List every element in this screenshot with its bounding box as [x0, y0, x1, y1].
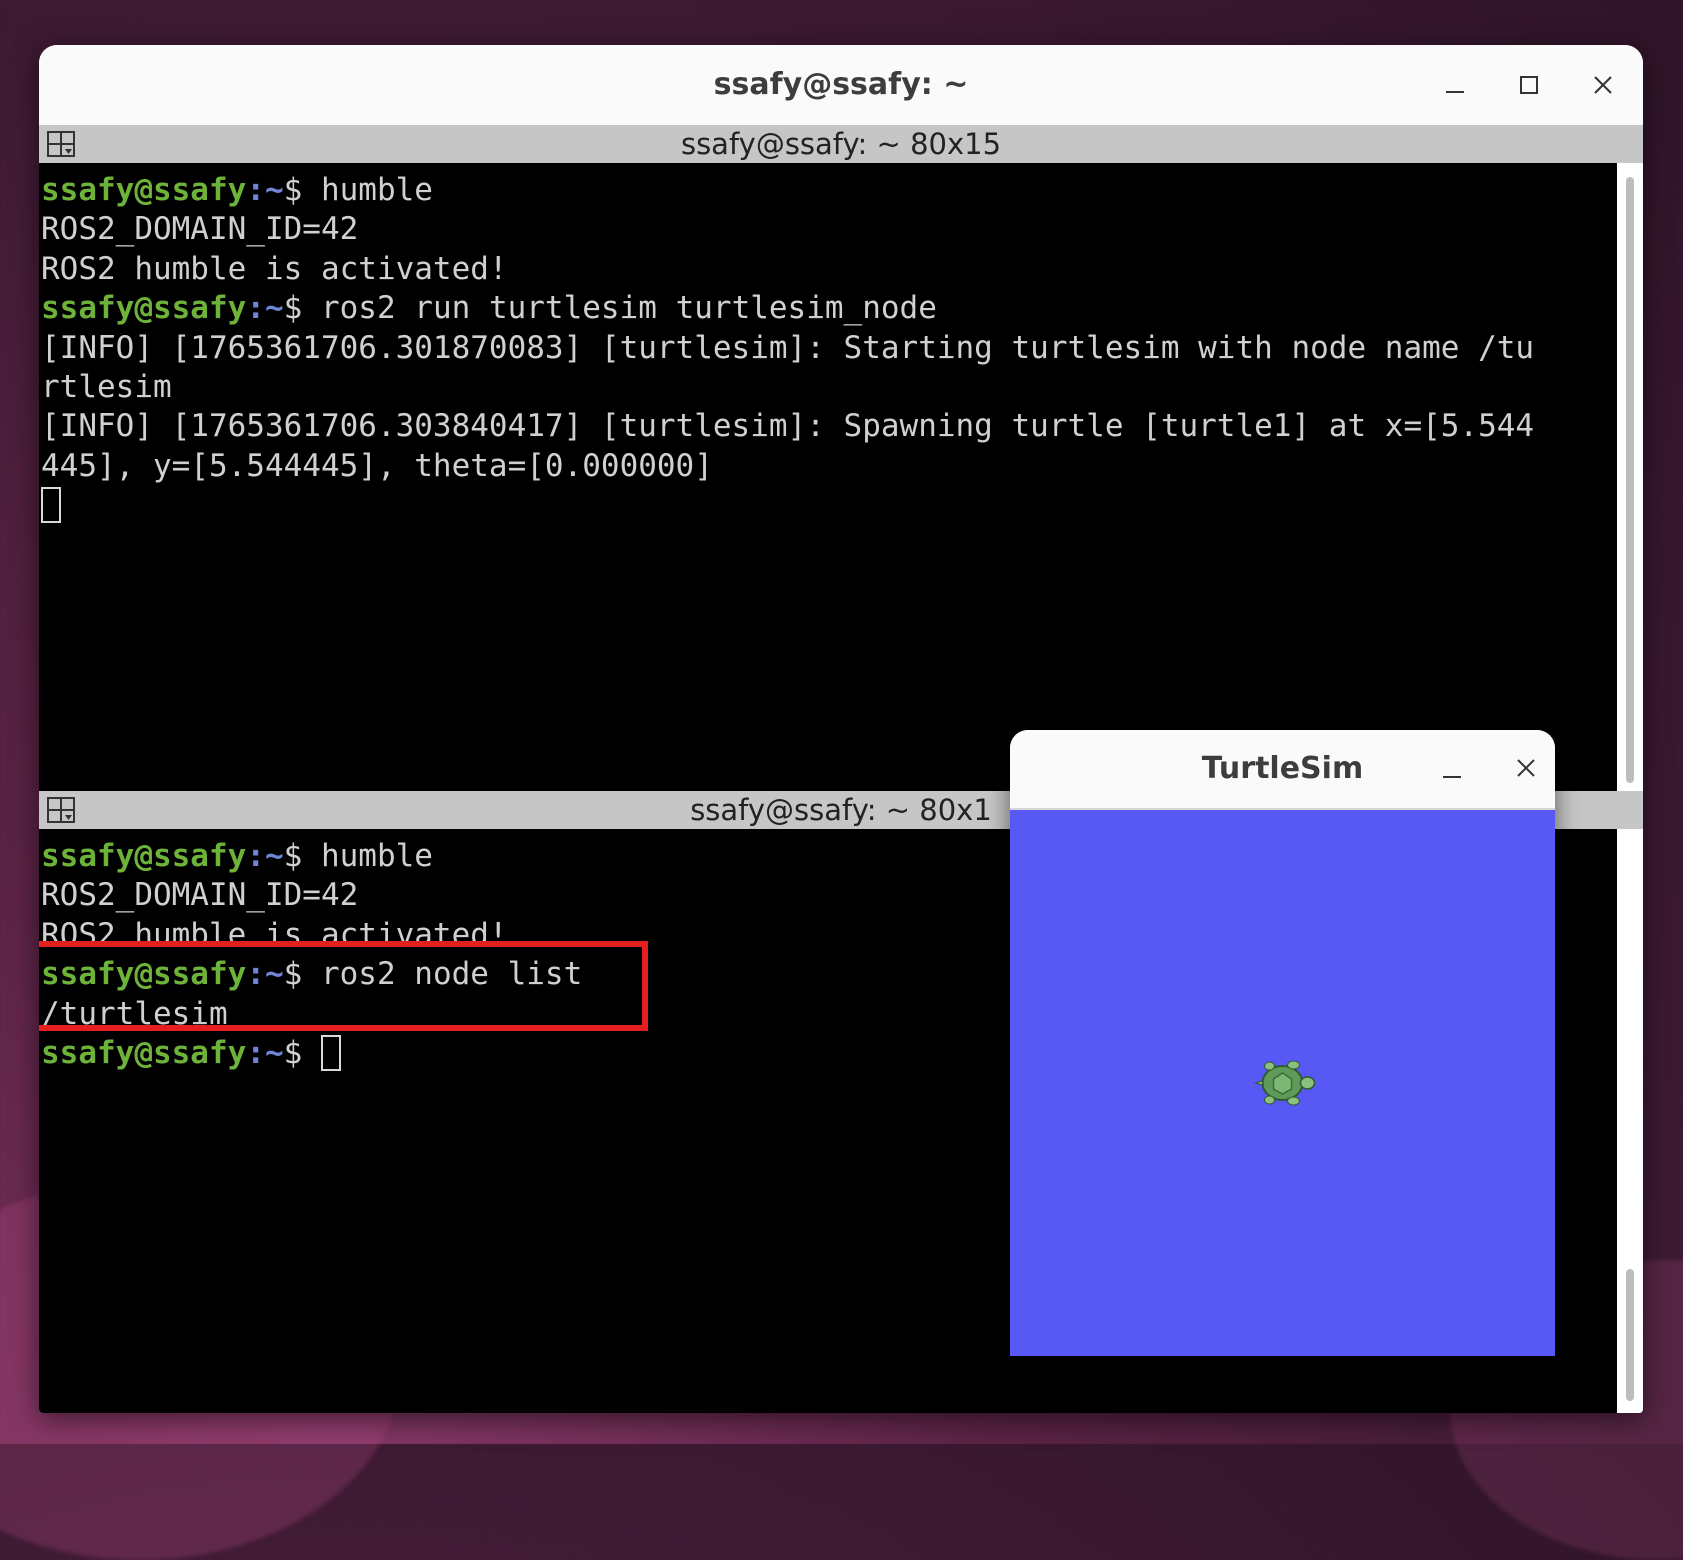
prompt-symbol: $ — [283, 290, 321, 327]
window-title: ssafy@ssafy: ~ — [713, 67, 969, 102]
output-text: ROS2_DOMAIN_ID=42 — [41, 211, 359, 248]
output-text: /turtlesim — [41, 995, 228, 1032]
output-text: ROS2 humble is activated! — [41, 916, 508, 953]
text-cursor — [320, 1034, 341, 1071]
command-text: humble — [320, 172, 433, 208]
terminal-line: ROS2 humble is activated! — [41, 250, 1619, 289]
close-icon[interactable] — [1583, 65, 1623, 105]
text-cursor — [41, 487, 61, 524]
turtlesim-window: TurtleSim — [1010, 730, 1555, 1356]
command-text: ros2 node list — [320, 956, 583, 993]
close-icon[interactable] — [1506, 748, 1546, 788]
terminal-line: 445], y=[5.544445], theta=[0.000000] — [41, 447, 1619, 486]
output-text: ROS2_DOMAIN_ID=42 — [41, 877, 359, 914]
command-text: humble — [320, 838, 433, 874]
prompt-symbol: $ — [283, 1034, 321, 1071]
prompt-symbol: $ — [283, 956, 321, 993]
prompt-user: ssafy@ssafy — [41, 956, 247, 993]
command-text: ros2 run turtlesim turtlesim_node — [320, 290, 937, 327]
terminal-line: ssafy@ssafy:~$ humble — [41, 171, 1619, 210]
prompt-user: ssafy@ssafy — [41, 1034, 247, 1071]
top-pane-header[interactable]: ssafy@ssafy: ~ 80x15 — [39, 125, 1643, 164]
turtlesim-canvas[interactable] — [1010, 810, 1555, 1356]
prompt-symbol: $ — [283, 172, 321, 208]
turtlesim-title: TurtleSim — [1201, 751, 1364, 786]
prompt-symbol: $ — [283, 838, 321, 874]
top-pane-title: ssafy@ssafy: ~ 80x15 — [680, 127, 1002, 161]
output-text: 445], y=[5.544445], theta=[0.000000] — [41, 447, 713, 484]
prompt-path: :~ — [246, 1034, 284, 1071]
terminal-line: ssafy@ssafy:~$ ros2 run turtlesim turtle… — [41, 289, 1619, 328]
prompt-path: :~ — [246, 838, 284, 874]
output-text: [INFO] [1765361706.301870083] [turtlesim… — [41, 329, 1535, 366]
minimize-icon[interactable] — [1435, 65, 1475, 105]
minimize-icon[interactable] — [1432, 750, 1472, 790]
output-text: rtlesim — [41, 368, 172, 405]
prompt-path: :~ — [246, 290, 284, 327]
turtlesim-titlebar[interactable]: TurtleSim — [1010, 730, 1555, 810]
top-scroll-thumb[interactable] — [1626, 177, 1634, 783]
terminal-line: [INFO] [1765361706.303840417] [turtlesim… — [41, 407, 1619, 446]
output-text: ROS2 humble is activated! — [41, 250, 508, 287]
terminal-line — [41, 486, 1619, 525]
prompt-user: ssafy@ssafy — [41, 290, 247, 327]
maximize-icon[interactable] — [1509, 65, 1549, 105]
bottom-scroll-thumb[interactable] — [1626, 1269, 1634, 1401]
output-text: [INFO] [1765361706.303840417] [turtlesim… — [41, 408, 1535, 445]
prompt-path: :~ — [246, 956, 284, 993]
top-scrollbar[interactable] — [1617, 163, 1643, 825]
turtle-icon — [1253, 1060, 1316, 1106]
prompt-user: ssafy@ssafy — [41, 838, 247, 874]
terminal-line: ROS2_DOMAIN_ID=42 — [41, 210, 1619, 249]
prompt-user: ssafy@ssafy — [41, 172, 247, 208]
terminal-line: rtlesim — [41, 368, 1619, 407]
prompt-path: :~ — [246, 172, 284, 208]
window-titlebar[interactable]: ssafy@ssafy: ~ — [39, 45, 1643, 125]
bottom-scrollbar[interactable] — [1617, 829, 1643, 1413]
terminal-line: [INFO] [1765361706.301870083] [turtlesim… — [41, 329, 1619, 368]
